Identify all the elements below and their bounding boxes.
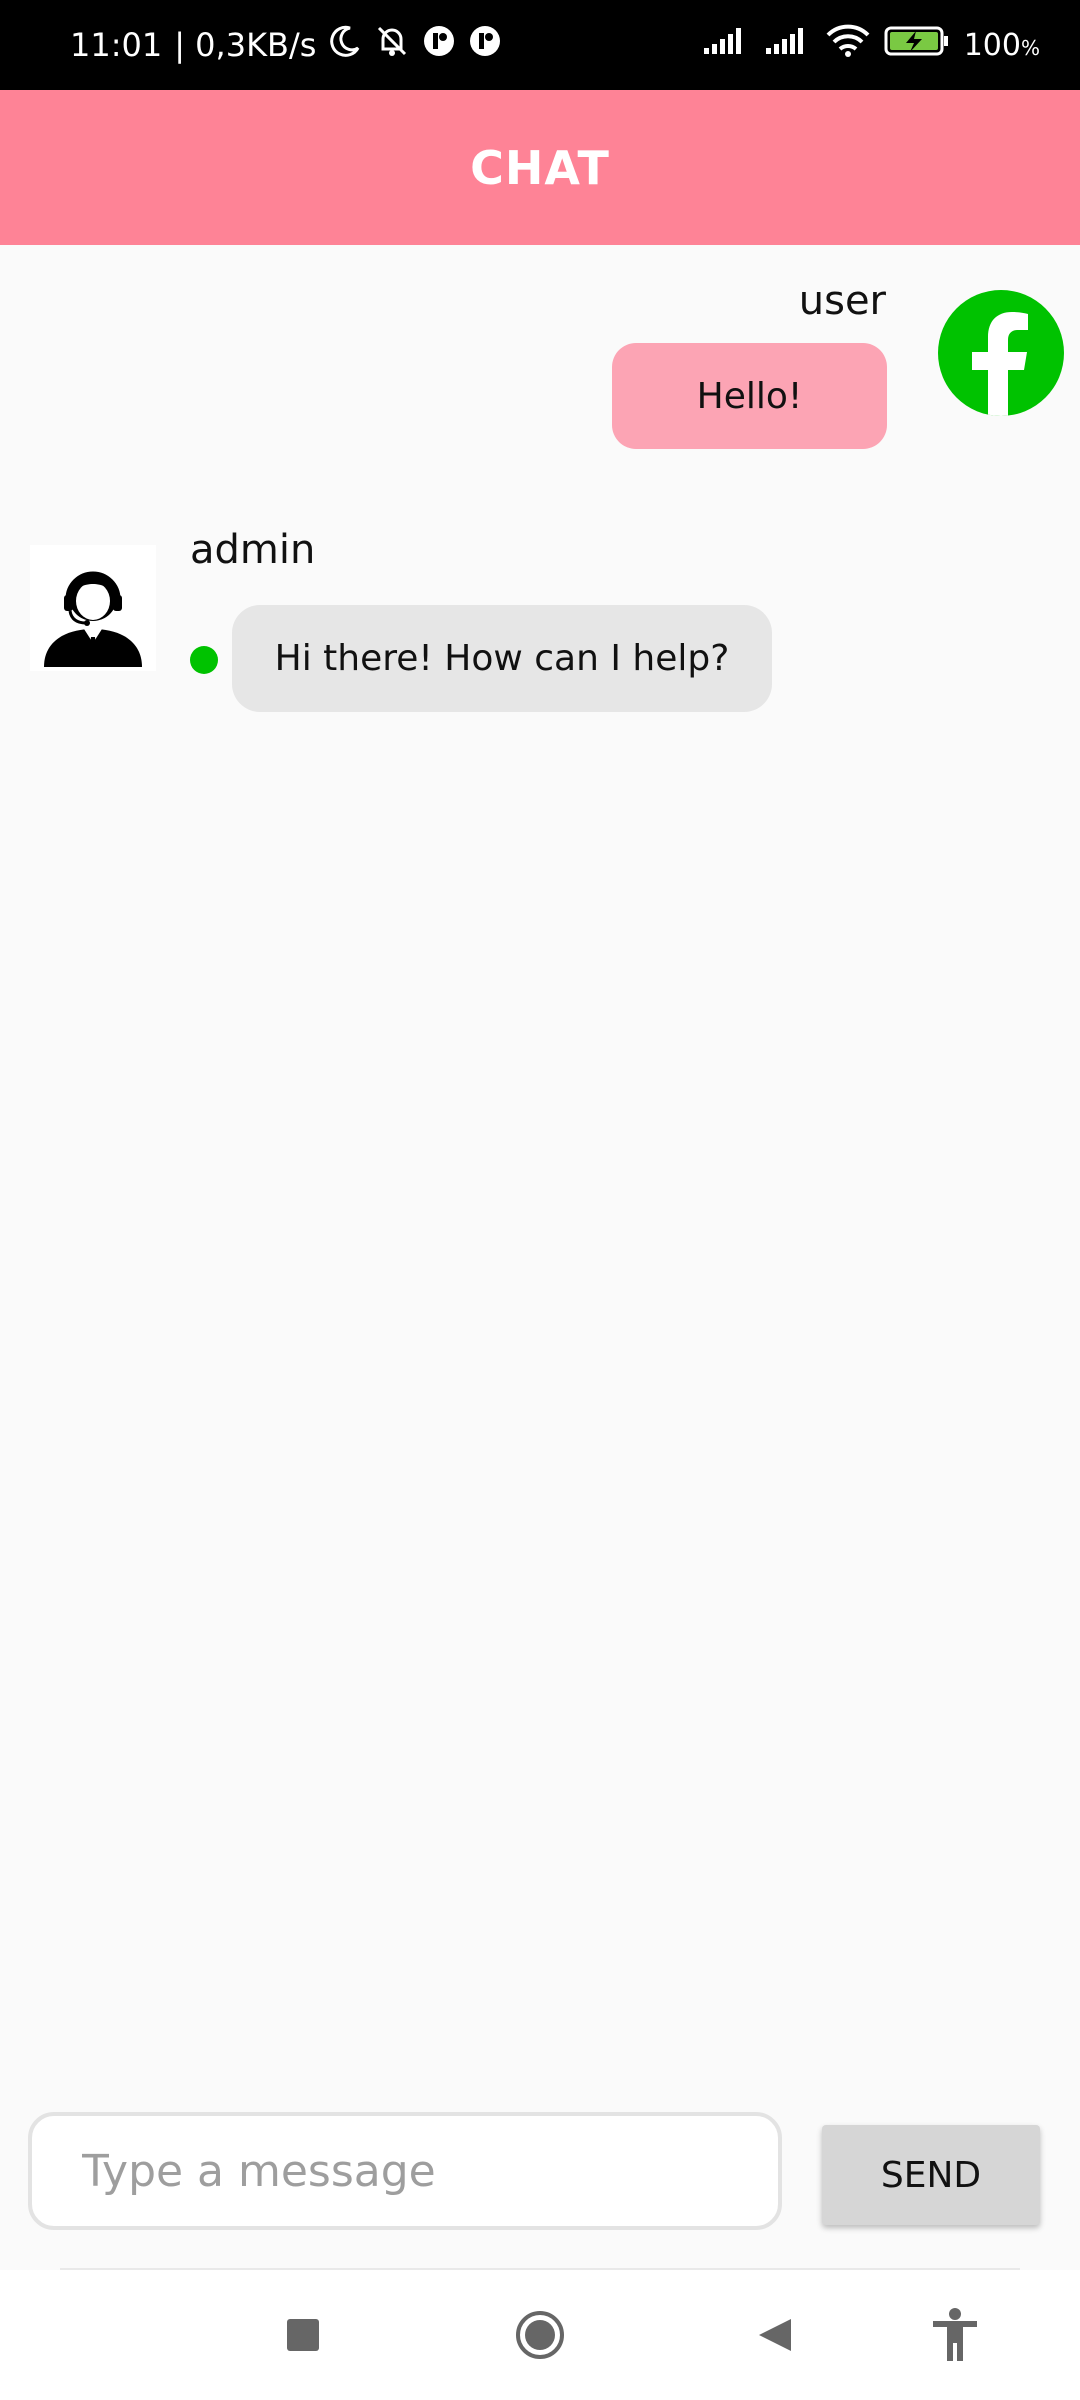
navigation-bar xyxy=(0,2270,1080,2400)
status-bar: 11:01 | 0,3KB/s 100% xyxy=(0,0,1080,90)
signal-icon xyxy=(764,26,812,64)
message-bubble-user[interactable]: Hello! xyxy=(612,343,887,449)
message-text: Hello! xyxy=(696,375,803,417)
online-status-dot xyxy=(190,646,218,674)
support-agent-icon[interactable] xyxy=(30,545,156,671)
message-text: Hi there! How can I help? xyxy=(274,638,730,679)
moon-icon xyxy=(328,24,362,66)
facebook-icon[interactable] xyxy=(938,290,1064,416)
message-input[interactable] xyxy=(28,2112,782,2230)
wifi-icon xyxy=(826,24,870,66)
status-network-speed: | 0,3KB/s xyxy=(174,26,317,64)
app-bar: CHAT xyxy=(0,90,1080,245)
recents-icon[interactable] xyxy=(258,2290,348,2380)
app-notification-icon xyxy=(468,24,502,66)
status-time: 11:01 xyxy=(70,26,163,64)
message-bubble-admin[interactable]: Hi there! How can I help? xyxy=(232,605,772,712)
app-notification-icon xyxy=(422,24,456,66)
send-button[interactable]: SEND xyxy=(822,2125,1040,2225)
accessibility-icon[interactable] xyxy=(910,2290,1000,2380)
signal-icon xyxy=(702,26,750,64)
page-title: CHAT xyxy=(470,140,610,195)
battery-charging-icon xyxy=(884,25,950,65)
back-icon[interactable] xyxy=(730,2290,820,2380)
sender-name-admin: admin xyxy=(190,527,316,573)
status-left: 11:01 | 0,3KB/s xyxy=(70,0,502,90)
sender-name-user: user xyxy=(798,278,886,324)
status-right: 100% xyxy=(702,0,1040,90)
battery-percent: 100% xyxy=(963,27,1040,63)
bell-off-icon xyxy=(374,23,410,67)
home-icon[interactable] xyxy=(495,2290,585,2380)
